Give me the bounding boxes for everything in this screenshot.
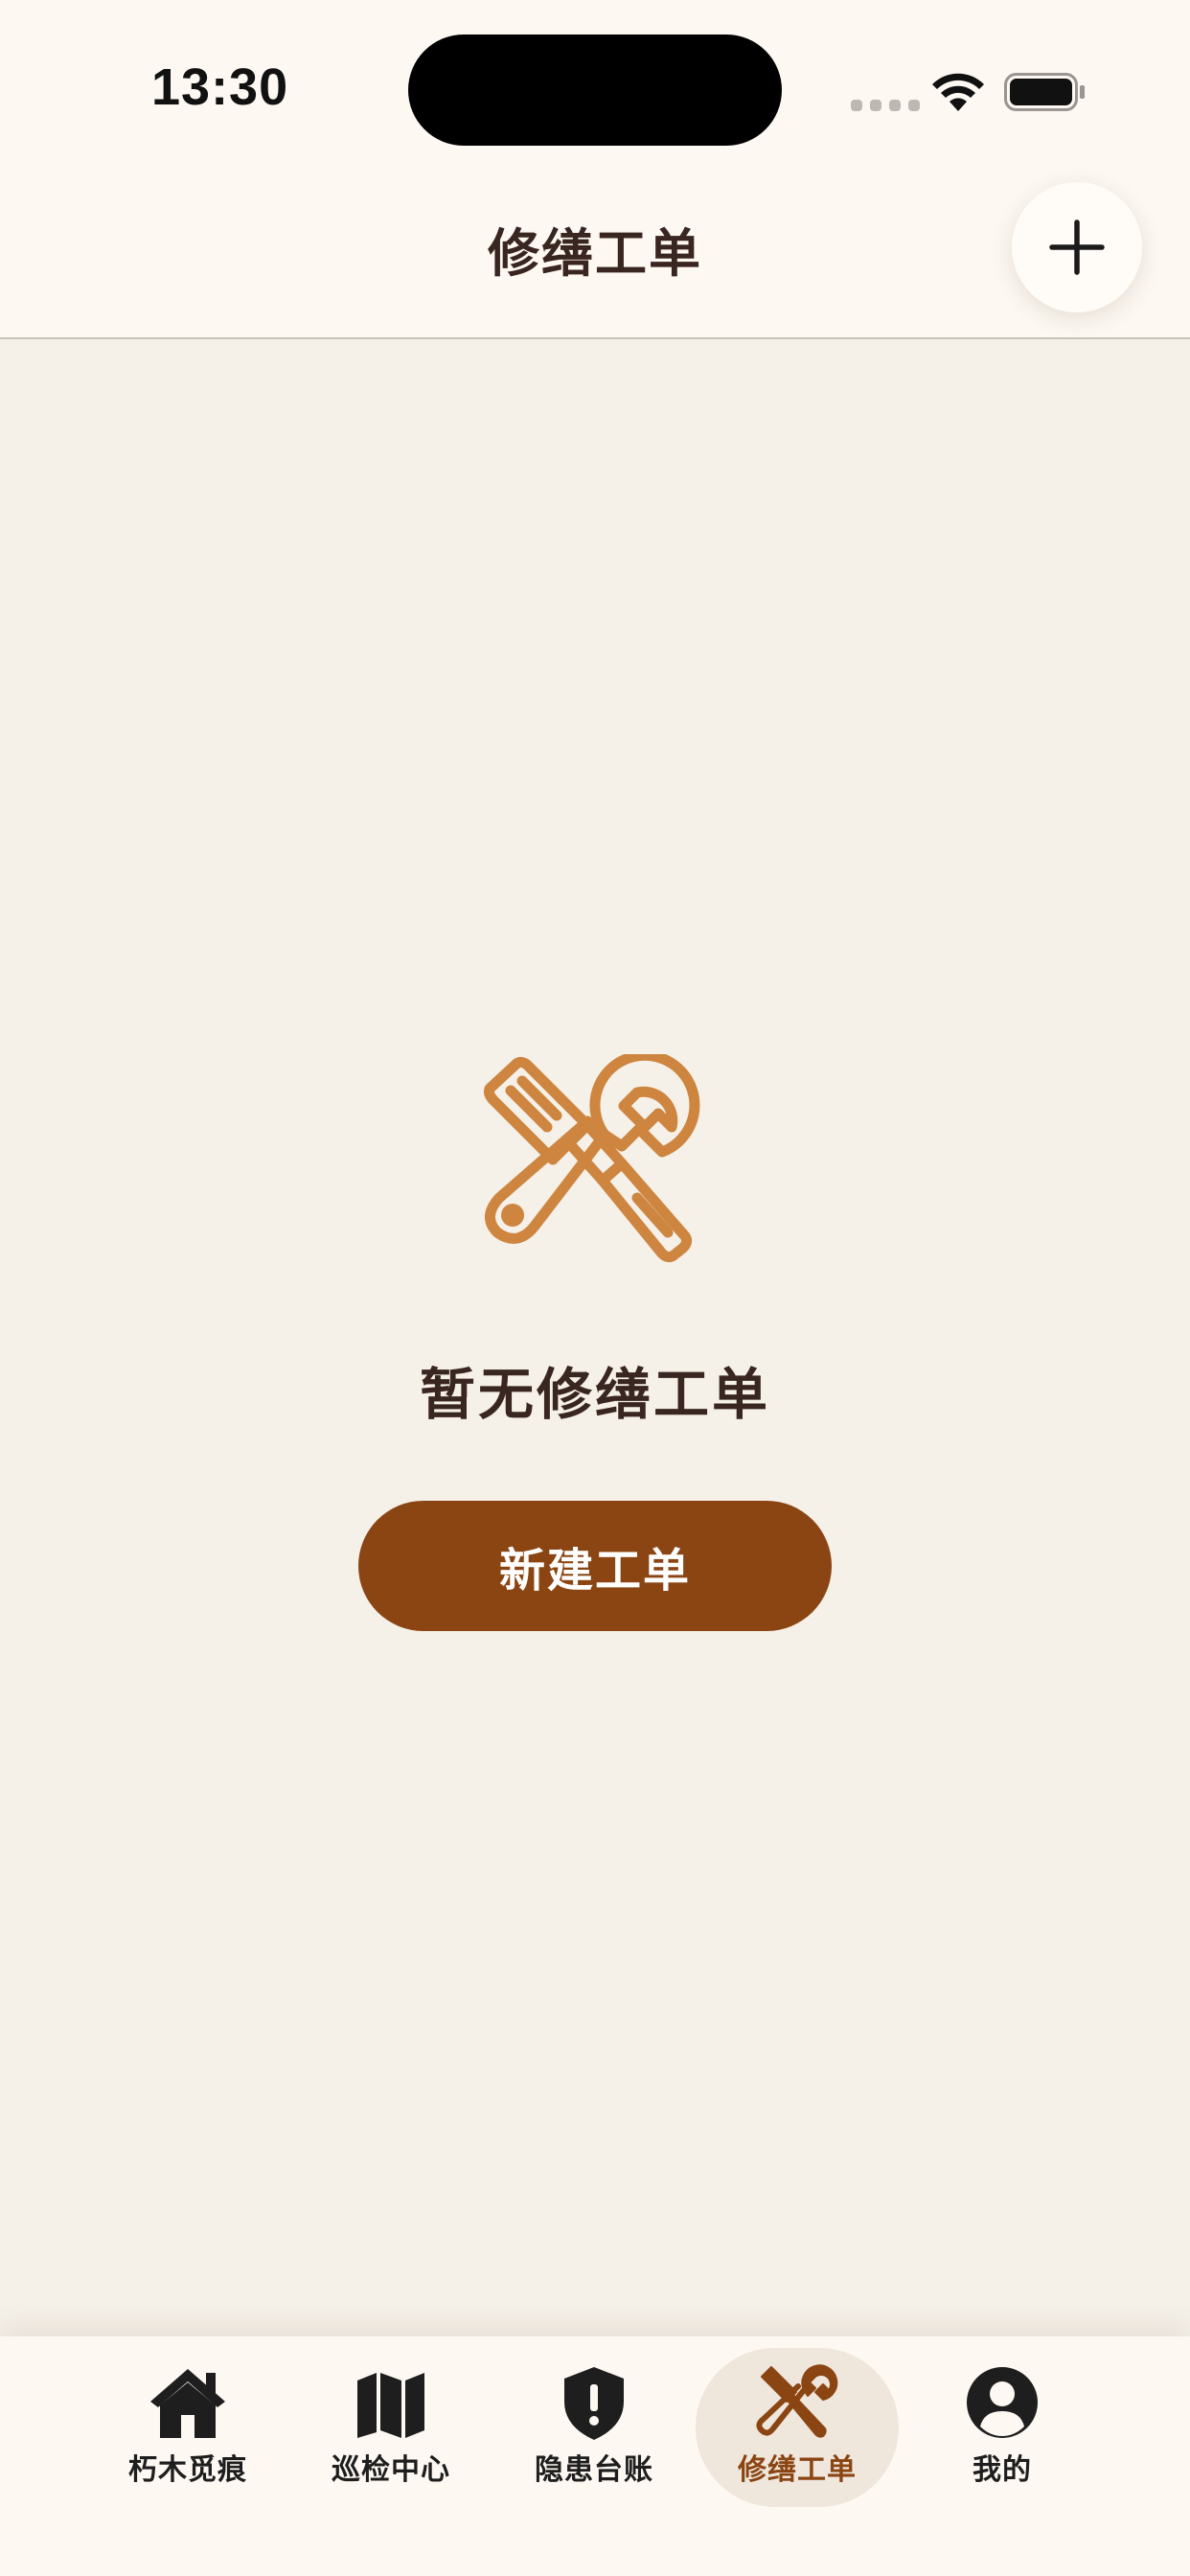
house-icon (150, 2369, 225, 2438)
status-bar: 13:30 (0, 0, 1190, 182)
tab-hazard-ledger[interactable]: 隐患台账 (492, 2348, 696, 2507)
empty-state: 暂无修缮工单 新建工单 (0, 1054, 1190, 1631)
tab-inspection-center[interactable]: 巡检中心 (289, 2348, 492, 2507)
tab-repair-orders[interactable]: 修缮工单 (696, 2348, 899, 2507)
create-work-order-button[interactable]: 新建工单 (358, 1501, 832, 1631)
dynamic-island (408, 34, 782, 146)
tab-label: 朽木觅痕 (128, 2453, 247, 2487)
tab-profile[interactable]: 我的 (901, 2348, 1104, 2507)
tab-label: 修缮工单 (738, 2453, 857, 2487)
wifi-icon (932, 73, 984, 111)
wrench-screwdriver-icon (484, 1054, 700, 1263)
tab-label: 我的 (973, 2453, 1032, 2487)
tools-icon (756, 2364, 838, 2438)
user-circle-icon (967, 2367, 1038, 2438)
tab-bar: 朽木觅痕 巡检中心 隐患台账 修缮工单 我的 (0, 2336, 1190, 2576)
tab-label: 巡检中心 (332, 2453, 450, 2487)
add-work-order-button[interactable] (1012, 182, 1142, 312)
cellular-signal-icon (851, 100, 920, 111)
map-icon (357, 2373, 424, 2438)
status-time: 13:30 (151, 58, 289, 116)
empty-state-message: 暂无修缮工单 (419, 1362, 770, 1427)
tab-home[interactable]: 朽木觅痕 (86, 2348, 289, 2507)
battery-icon (1004, 73, 1085, 111)
navigation-header: 修缮工单 (0, 182, 1190, 339)
tab-label: 隐患台账 (535, 2453, 653, 2487)
plus-icon (1049, 219, 1105, 275)
shield-alert-icon (564, 2367, 624, 2440)
